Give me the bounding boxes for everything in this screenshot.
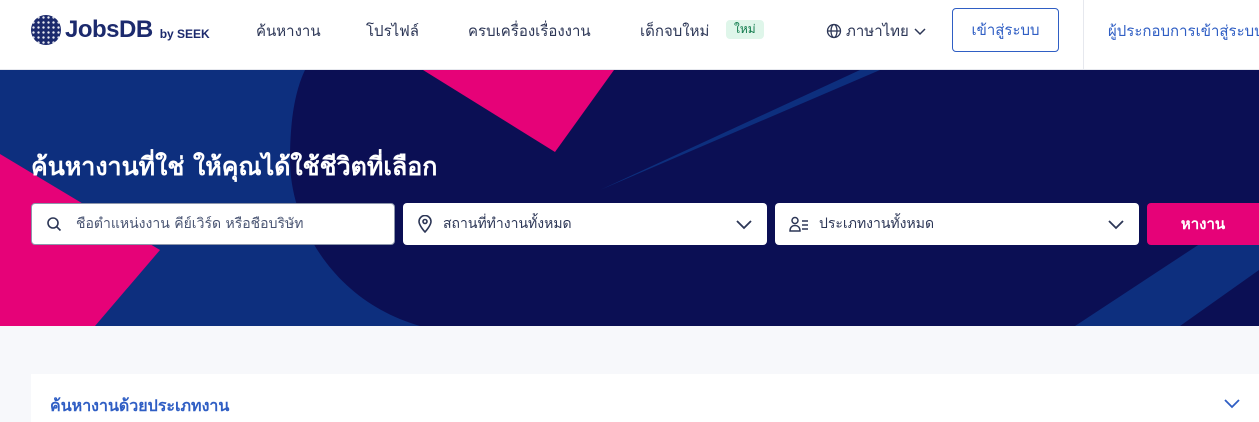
header-divider <box>1083 0 1084 70</box>
site-header: JobsDB by SEEK ค้นหางาน โปรไฟล์ ครบเครื่… <box>0 0 1259 70</box>
login-button[interactable]: เข้าสู่ระบบ <box>952 8 1059 52</box>
search-button[interactable]: หางาน <box>1147 203 1259 245</box>
keyword-input[interactable] <box>76 216 376 232</box>
category-select[interactable]: ประเภทงานทั้งหมด <box>775 203 1139 245</box>
hero-dark-stripe-right <box>1180 270 1259 326</box>
nav-item-profile[interactable]: โปรไฟล์ <box>366 19 419 43</box>
language-selector[interactable]: ภาษาไทย <box>826 19 927 43</box>
location-select[interactable]: สถานที่ทำงานทั้งหมด <box>403 203 767 245</box>
employer-login-link[interactable]: ผู้ประกอบการเข้าสู่ระบบ <box>1108 19 1259 43</box>
chevron-down-icon[interactable] <box>1223 396 1241 416</box>
chevron-down-icon <box>735 216 753 236</box>
person-list-icon <box>789 216 809 232</box>
jobsdb-logo[interactable]: JobsDB by SEEK <box>31 14 210 46</box>
location-value: สถานที่ทำงานทั้งหมด <box>443 216 572 232</box>
new-badge: ใหม่ <box>726 20 764 39</box>
logo-byline: by SEEK <box>159 27 210 41</box>
search-icon <box>46 216 62 232</box>
keyword-field[interactable] <box>31 203 395 245</box>
logo-text: JobsDB <box>65 16 153 43</box>
jobsdb-logo-icon <box>31 15 61 45</box>
hero-title: ค้นหางานที่ใช่ ให้คุณได้ใช้ชีวิตที่เลือก <box>31 152 438 181</box>
classification-title: ค้นหางานด้วยประเภทงาน <box>50 396 230 415</box>
nav-item-graduates[interactable]: เด็กจบใหม่ <box>640 19 709 43</box>
globe-icon <box>826 23 842 39</box>
nav-item-career-advice[interactable]: ครบเครื่องเรื่องงาน <box>468 19 591 43</box>
hero-banner: ค้นหางานที่ใช่ ให้คุณได้ใช้ชีวิตที่เลือก… <box>0 70 1259 326</box>
chevron-down-icon <box>1107 216 1125 236</box>
location-pin-icon <box>417 215 433 233</box>
hero-dark-shape <box>290 70 1259 326</box>
language-label: ภาษาไทย <box>846 22 909 40</box>
chevron-down-icon <box>913 24 927 38</box>
classification-section[interactable]: ค้นหางานด้วยประเภทงาน <box>31 374 1259 422</box>
nav-item-find-jobs[interactable]: ค้นหางาน <box>256 19 321 43</box>
category-value: ประเภทงานทั้งหมด <box>819 216 935 232</box>
hero-background-shapes <box>0 70 1259 326</box>
